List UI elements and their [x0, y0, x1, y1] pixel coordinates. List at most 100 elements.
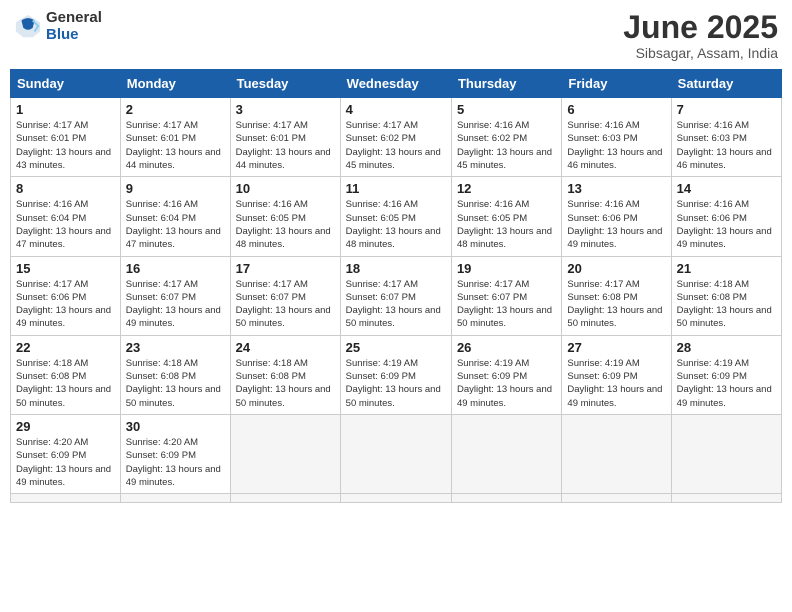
day-number: 24	[236, 340, 335, 355]
day-number: 25	[346, 340, 446, 355]
calendar-row-5: 29 Sunrise: 4:20 AM Sunset: 6:09 PM Dayl…	[11, 414, 782, 493]
day-number: 12	[457, 181, 556, 196]
day-info: Sunrise: 4:20 AM Sunset: 6:09 PM Dayligh…	[16, 436, 115, 489]
calendar-cell: 8 Sunrise: 4:16 AM Sunset: 6:04 PM Dayli…	[11, 177, 121, 256]
day-number: 30	[126, 419, 225, 434]
day-info: Sunrise: 4:16 AM Sunset: 6:05 PM Dayligh…	[236, 198, 335, 251]
calendar-cell: 19 Sunrise: 4:17 AM Sunset: 6:07 PM Dayl…	[451, 256, 561, 335]
calendar-cell: 28 Sunrise: 4:19 AM Sunset: 6:09 PM Dayl…	[671, 335, 781, 414]
header: General Blue June 2025 Sibsagar, Assam, …	[10, 10, 782, 61]
calendar-cell: 1 Sunrise: 4:17 AM Sunset: 6:01 PM Dayli…	[11, 98, 121, 177]
calendar-cell: 12 Sunrise: 4:16 AM Sunset: 6:05 PM Dayl…	[451, 177, 561, 256]
calendar-cell	[230, 414, 340, 493]
day-info: Sunrise: 4:17 AM Sunset: 6:07 PM Dayligh…	[236, 278, 335, 331]
calendar-cell: 11 Sunrise: 4:16 AM Sunset: 6:05 PM Dayl…	[340, 177, 451, 256]
day-number: 27	[567, 340, 665, 355]
calendar-cell: 10 Sunrise: 4:16 AM Sunset: 6:05 PM Dayl…	[230, 177, 340, 256]
day-info: Sunrise: 4:17 AM Sunset: 6:02 PM Dayligh…	[346, 119, 446, 172]
day-info: Sunrise: 4:16 AM Sunset: 6:03 PM Dayligh…	[567, 119, 665, 172]
day-info: Sunrise: 4:16 AM Sunset: 6:04 PM Dayligh…	[126, 198, 225, 251]
calendar-cell	[562, 414, 671, 493]
calendar-cell: 9 Sunrise: 4:16 AM Sunset: 6:04 PM Dayli…	[120, 177, 230, 256]
logo-text: General Blue	[46, 10, 102, 43]
calendar-cell	[671, 414, 781, 493]
calendar-cell: 5 Sunrise: 4:16 AM Sunset: 6:02 PM Dayli…	[451, 98, 561, 177]
day-number: 19	[457, 261, 556, 276]
day-number: 15	[16, 261, 115, 276]
day-number: 8	[16, 181, 115, 196]
header-row: Sunday Monday Tuesday Wednesday Thursday…	[11, 70, 782, 98]
day-number: 20	[567, 261, 665, 276]
calendar-cell: 21 Sunrise: 4:18 AM Sunset: 6:08 PM Dayl…	[671, 256, 781, 335]
col-friday: Friday	[562, 70, 671, 98]
calendar-cell: 29 Sunrise: 4:20 AM Sunset: 6:09 PM Dayl…	[11, 414, 121, 493]
day-info: Sunrise: 4:17 AM Sunset: 6:07 PM Dayligh…	[126, 278, 225, 331]
calendar-cell: 30 Sunrise: 4:20 AM Sunset: 6:09 PM Dayl…	[120, 414, 230, 493]
title-area: June 2025 Sibsagar, Assam, India	[623, 10, 778, 61]
day-info: Sunrise: 4:19 AM Sunset: 6:09 PM Dayligh…	[677, 357, 776, 410]
day-info: Sunrise: 4:18 AM Sunset: 6:08 PM Dayligh…	[677, 278, 776, 331]
calendar-cell: 22 Sunrise: 4:18 AM Sunset: 6:08 PM Dayl…	[11, 335, 121, 414]
day-info: Sunrise: 4:16 AM Sunset: 6:05 PM Dayligh…	[457, 198, 556, 251]
col-monday: Monday	[120, 70, 230, 98]
day-number: 3	[236, 102, 335, 117]
day-number: 29	[16, 419, 115, 434]
day-number: 6	[567, 102, 665, 117]
calendar-row-3: 15 Sunrise: 4:17 AM Sunset: 6:06 PM Dayl…	[11, 256, 782, 335]
calendar-cell: 15 Sunrise: 4:17 AM Sunset: 6:06 PM Dayl…	[11, 256, 121, 335]
calendar-row-1: 1 Sunrise: 4:17 AM Sunset: 6:01 PM Dayli…	[11, 98, 782, 177]
calendar-cell: 20 Sunrise: 4:17 AM Sunset: 6:08 PM Dayl…	[562, 256, 671, 335]
calendar-cell: 24 Sunrise: 4:18 AM Sunset: 6:08 PM Dayl…	[230, 335, 340, 414]
calendar-cell: 4 Sunrise: 4:17 AM Sunset: 6:02 PM Dayli…	[340, 98, 451, 177]
calendar-cell: 2 Sunrise: 4:17 AM Sunset: 6:01 PM Dayli…	[120, 98, 230, 177]
day-number: 11	[346, 181, 446, 196]
day-info: Sunrise: 4:18 AM Sunset: 6:08 PM Dayligh…	[126, 357, 225, 410]
day-number: 26	[457, 340, 556, 355]
logo-blue: Blue	[46, 27, 102, 44]
calendar-cell: 14 Sunrise: 4:16 AM Sunset: 6:06 PM Dayl…	[671, 177, 781, 256]
day-info: Sunrise: 4:17 AM Sunset: 6:07 PM Dayligh…	[457, 278, 556, 331]
col-sunday: Sunday	[11, 70, 121, 98]
calendar-cell: 25 Sunrise: 4:19 AM Sunset: 6:09 PM Dayl…	[340, 335, 451, 414]
day-info: Sunrise: 4:16 AM Sunset: 6:05 PM Dayligh…	[346, 198, 446, 251]
calendar-cell: 16 Sunrise: 4:17 AM Sunset: 6:07 PM Dayl…	[120, 256, 230, 335]
day-info: Sunrise: 4:16 AM Sunset: 6:02 PM Dayligh…	[457, 119, 556, 172]
day-number: 9	[126, 181, 225, 196]
calendar-cell: 23 Sunrise: 4:18 AM Sunset: 6:08 PM Dayl…	[120, 335, 230, 414]
calendar-row-6	[11, 494, 782, 503]
day-info: Sunrise: 4:18 AM Sunset: 6:08 PM Dayligh…	[236, 357, 335, 410]
day-number: 10	[236, 181, 335, 196]
day-number: 17	[236, 261, 335, 276]
calendar-cell	[230, 494, 340, 503]
day-info: Sunrise: 4:19 AM Sunset: 6:09 PM Dayligh…	[346, 357, 446, 410]
day-info: Sunrise: 4:17 AM Sunset: 6:08 PM Dayligh…	[567, 278, 665, 331]
calendar-cell	[451, 494, 561, 503]
day-number: 14	[677, 181, 776, 196]
calendar-row-4: 22 Sunrise: 4:18 AM Sunset: 6:08 PM Dayl…	[11, 335, 782, 414]
day-number: 16	[126, 261, 225, 276]
calendar-title: June 2025	[623, 10, 778, 45]
calendar-table: Sunday Monday Tuesday Wednesday Thursday…	[10, 69, 782, 503]
day-number: 22	[16, 340, 115, 355]
day-info: Sunrise: 4:17 AM Sunset: 6:01 PM Dayligh…	[126, 119, 225, 172]
logo: General Blue	[14, 10, 102, 43]
day-number: 21	[677, 261, 776, 276]
day-info: Sunrise: 4:19 AM Sunset: 6:09 PM Dayligh…	[457, 357, 556, 410]
calendar-cell	[11, 494, 121, 503]
col-thursday: Thursday	[451, 70, 561, 98]
day-info: Sunrise: 4:18 AM Sunset: 6:08 PM Dayligh…	[16, 357, 115, 410]
col-tuesday: Tuesday	[230, 70, 340, 98]
day-info: Sunrise: 4:17 AM Sunset: 6:01 PM Dayligh…	[236, 119, 335, 172]
calendar-cell: 7 Sunrise: 4:16 AM Sunset: 6:03 PM Dayli…	[671, 98, 781, 177]
logo-general: General	[46, 10, 102, 27]
day-info: Sunrise: 4:16 AM Sunset: 6:06 PM Dayligh…	[567, 198, 665, 251]
day-info: Sunrise: 4:16 AM Sunset: 6:04 PM Dayligh…	[16, 198, 115, 251]
calendar-cell: 3 Sunrise: 4:17 AM Sunset: 6:01 PM Dayli…	[230, 98, 340, 177]
day-number: 28	[677, 340, 776, 355]
calendar-cell: 27 Sunrise: 4:19 AM Sunset: 6:09 PM Dayl…	[562, 335, 671, 414]
calendar-cell	[562, 494, 671, 503]
calendar-cell	[451, 414, 561, 493]
col-wednesday: Wednesday	[340, 70, 451, 98]
calendar-cell: 6 Sunrise: 4:16 AM Sunset: 6:03 PM Dayli…	[562, 98, 671, 177]
calendar-cell	[671, 494, 781, 503]
